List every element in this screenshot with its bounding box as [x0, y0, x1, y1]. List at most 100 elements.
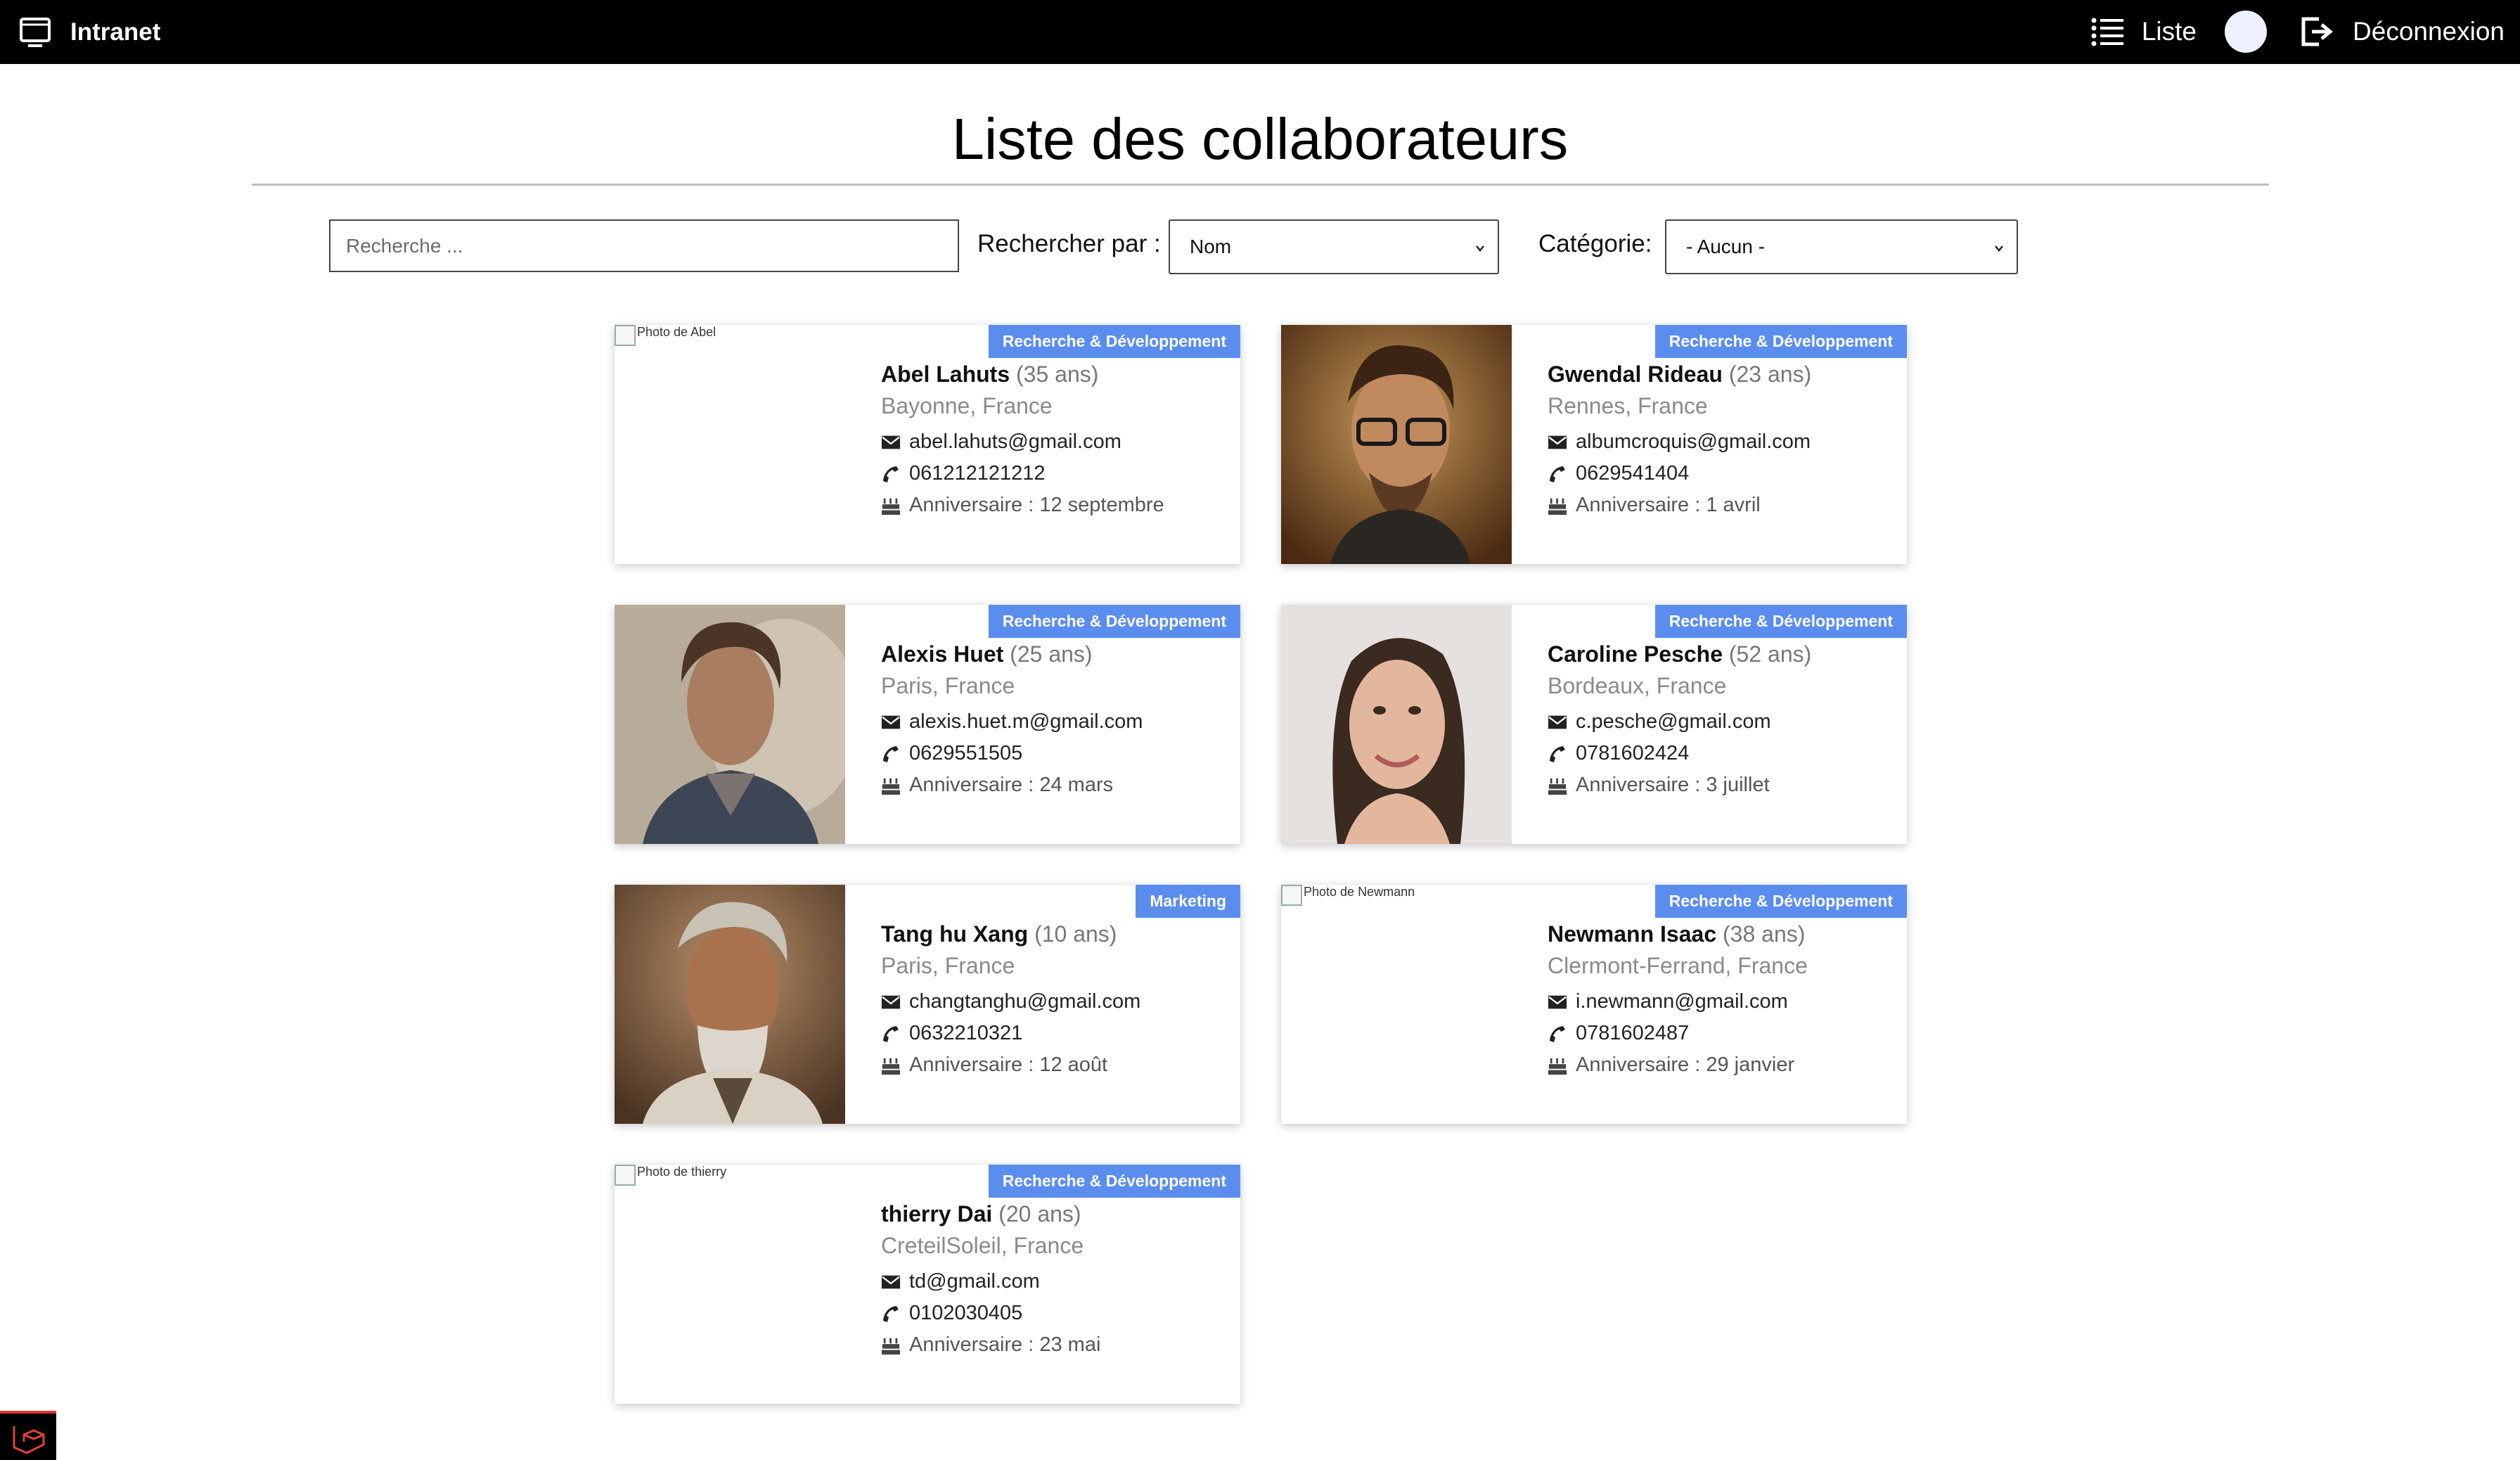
broken-image-icon [615, 325, 636, 346]
collaborator-birthday: Anniversaire : 24 mars [909, 774, 1114, 796]
collaborator-card[interactable]: Recherche & Développement Caroline Pesch… [1281, 605, 1907, 844]
profile-photo [1281, 605, 1512, 844]
collaborator-phone[interactable]: 0102030405 [909, 1298, 1022, 1329]
collaborator-card[interactable]: Recherche & Développement Gwendal Rideau… [1281, 325, 1907, 564]
category-badge: Recherche & Développement [988, 605, 1240, 638]
phone-icon [881, 744, 901, 764]
portrait-image [615, 885, 845, 1124]
chevron-down-icon [1995, 245, 2003, 252]
collaborator-phone[interactable]: 0629541404 [1576, 458, 1689, 489]
portrait-image [615, 605, 845, 844]
collaborator-email[interactable]: changtanghu@gmail.com [909, 986, 1140, 1018]
collaborator-name[interactable]: thierry Dai [881, 1201, 992, 1227]
user-avatar[interactable] [2225, 11, 2268, 53]
computer-icon [20, 18, 51, 47]
collaborator-age: (35 ans) [1016, 361, 1099, 387]
collaborator-card[interactable]: Photo de Abel Recherche & Développement … [615, 325, 1240, 564]
envelope-icon [1548, 715, 1567, 730]
category-badge: Recherche & Développement [1654, 885, 1907, 918]
birthday-cake-icon [881, 776, 901, 795]
collaborator-phone[interactable]: 0629551505 [909, 738, 1022, 769]
top-navbar: Intranet Liste Déconnexion [0, 0, 2520, 64]
search-input[interactable] [329, 219, 959, 272]
chevron-down-icon [1476, 245, 1484, 252]
broken-image-icon [615, 1165, 636, 1186]
birthday-cake-icon [881, 1056, 901, 1075]
collaborator-city: Bayonne, France [881, 393, 1053, 418]
collaborator-age: (10 ans) [1034, 921, 1117, 947]
list-icon [2091, 18, 2123, 46]
collaborator-phone[interactable]: 061212121212 [909, 458, 1046, 489]
envelope-icon [1548, 994, 1567, 1010]
birthday-cake-icon [1548, 496, 1567, 516]
category-value: - Aucun - [1686, 236, 1766, 257]
envelope-icon [881, 1274, 901, 1290]
collaborator-email[interactable]: albumcroquis@gmail.com [1576, 426, 1811, 458]
collaborator-card[interactable]: Photo de thierry Recherche & Développeme… [615, 1165, 1240, 1404]
collaborator-city: Bordeaux, France [1548, 673, 1727, 698]
phone-icon [1548, 464, 1567, 484]
collaborator-birthday: Anniversaire : 3 juillet [1576, 774, 1770, 796]
collaborator-birthday: Anniversaire : 12 août [909, 1054, 1108, 1076]
collaborator-age: (23 ans) [1728, 361, 1812, 387]
collaborator-email[interactable]: alexis.huet.m@gmail.com [909, 706, 1143, 738]
debugbar-toggle[interactable] [0, 1411, 56, 1460]
collaborator-email[interactable]: abel.lahuts@gmail.com [909, 426, 1121, 458]
nav-list-label: Liste [2141, 17, 2197, 46]
filter-bar: Rechercher par : Nom Catégorie: - Aucun … [329, 219, 2018, 274]
laravel-logo-icon [13, 1426, 45, 1454]
phone-icon [1548, 744, 1567, 764]
birthday-cake-icon [881, 496, 901, 516]
birthday-cake-icon [1548, 1056, 1567, 1075]
envelope-icon [881, 715, 901, 730]
search-by-value: Nom [1190, 236, 1232, 257]
collaborator-phone[interactable]: 0632210321 [909, 1018, 1022, 1049]
category-badge: Marketing [1136, 885, 1240, 918]
collaborator-name[interactable]: Gwendal Rideau [1548, 361, 1723, 387]
category-badge: Recherche & Développement [988, 325, 1240, 358]
category-badge: Recherche & Développement [988, 1165, 1240, 1198]
collaborator-city: Rennes, France [1548, 393, 1708, 418]
collaborator-name[interactable]: Abel Lahuts [881, 361, 1010, 387]
collaborator-email[interactable]: c.pesche@gmail.com [1576, 706, 1771, 738]
profile-photo [615, 605, 845, 844]
collaborator-birthday: Anniversaire : 12 septembre [909, 494, 1164, 516]
phone-icon [881, 464, 901, 484]
collaborator-city: Paris, France [881, 953, 1015, 978]
logout-link[interactable]: Déconnexion [2299, 15, 2505, 49]
category-label: Catégorie: [1538, 230, 1652, 257]
collaborator-card[interactable]: Photo de Newmann Recherche & Développeme… [1281, 885, 1907, 1124]
phone-icon [881, 1024, 901, 1044]
profile-photo: Photo de Newmann [1281, 885, 1512, 1124]
profile-photo: Photo de Abel [615, 325, 845, 564]
collaborator-email[interactable]: td@gmail.com [909, 1266, 1040, 1298]
collaborator-age: (38 ans) [1723, 921, 1806, 947]
logout-icon [2301, 17, 2333, 46]
collaborator-city: Clermont-Ferrand, France [1548, 953, 1808, 978]
collaborator-name[interactable]: Newmann Isaac [1548, 921, 1716, 947]
collaborator-name[interactable]: Tang hu Xang [881, 921, 1028, 947]
search-by-label: Rechercher par : [977, 230, 1161, 257]
collaborator-name[interactable]: Alexis Huet [881, 641, 1003, 667]
brand-text: Intranet [70, 18, 161, 46]
collaborator-birthday: Anniversaire : 1 avril [1576, 494, 1761, 516]
nav-list-link[interactable]: Liste [2091, 17, 2197, 46]
collaborator-phone[interactable]: 0781602487 [1576, 1018, 1689, 1049]
search-by-select[interactable]: Nom [1169, 219, 1499, 274]
collaborator-phone[interactable]: 0781602424 [1576, 738, 1689, 769]
title-divider [252, 184, 2269, 186]
collaborator-name[interactable]: Caroline Pesche [1548, 641, 1723, 667]
collaborator-card[interactable]: Recherche & Développement Alexis Huet (2… [615, 605, 1240, 844]
broken-image-icon [1281, 885, 1302, 906]
logout-label: Déconnexion [2353, 17, 2505, 46]
collaborator-city: CreteilSoleil, France [881, 1233, 1084, 1258]
phone-icon [881, 1304, 901, 1324]
portrait-image [1281, 325, 1512, 564]
collaborator-email[interactable]: i.newmann@gmail.com [1576, 986, 1788, 1018]
category-badge: Recherche & Développement [1654, 325, 1907, 358]
phone-icon [1548, 1024, 1567, 1044]
collaborator-card[interactable]: Marketing Tang hu Xang (10 ans) Paris, F… [615, 885, 1240, 1124]
category-select[interactable]: - Aucun - [1665, 219, 2018, 274]
brand-link[interactable]: Intranet [18, 11, 160, 53]
birthday-cake-icon [1548, 776, 1567, 795]
